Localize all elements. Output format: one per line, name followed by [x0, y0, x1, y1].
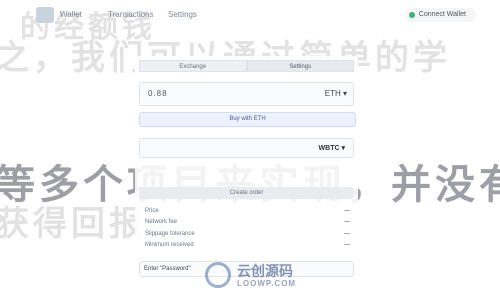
amount-field[interactable]: 0.88 ETH ▾: [139, 82, 354, 106]
detail-row: Slippage tolerance —: [145, 231, 350, 241]
detail-label: Minimum received: [145, 242, 194, 248]
detail-label: Price: [145, 208, 159, 214]
token-selector[interactable]: ETH ▾: [325, 89, 347, 98]
detail-row: Network fee —: [145, 219, 350, 229]
detail-label: Slippage tolerance: [145, 231, 195, 237]
watermark: 云创源码 LOOWP.COM: [205, 258, 315, 294]
watermark-subtitle: LOOWP.COM: [237, 279, 297, 288]
status-dot-icon: [408, 12, 415, 18]
detail-value: —: [344, 219, 350, 225]
detail-value: —: [344, 242, 350, 248]
detail-label: Network fee: [145, 219, 178, 225]
detail-value: —: [344, 231, 350, 237]
buy-button[interactable]: Buy with ETH: [139, 112, 356, 127]
chevron-down-icon: ▾: [342, 89, 347, 98]
tab-bar: Exchange Settings: [139, 60, 354, 72]
token-symbol: ETH: [324, 89, 341, 98]
tab-exchange[interactable]: Exchange: [139, 60, 247, 72]
tab-settings[interactable]: Settings: [246, 60, 354, 72]
detail-row: Minimum received —: [145, 242, 350, 252]
watermark-logo-icon: [205, 262, 231, 288]
background-text-4: 获得回报: [0, 204, 147, 244]
detail-value: —: [344, 208, 350, 214]
detail-row: Price —: [145, 208, 350, 218]
amount-value: 0.88: [148, 89, 168, 98]
watermark-title: 云创源码: [237, 263, 293, 279]
password-placeholder: Enter "Password": [144, 266, 191, 272]
chevron-down-icon: ▾: [341, 145, 345, 152]
receive-field[interactable]: WBTC ▾: [139, 138, 354, 158]
connect-wallet-label: Connect Wallet: [418, 11, 466, 18]
app-logo: [36, 7, 54, 23]
nav-link-transactions[interactable]: Transactions: [108, 10, 154, 19]
receive-token-symbol: WBTC: [318, 145, 340, 152]
nav-link-wallet[interactable]: Wallet: [60, 10, 82, 19]
nav-link-settings[interactable]: Settings: [168, 10, 197, 19]
top-navigation: Wallet Transactions Settings Connect Wal…: [0, 0, 500, 30]
create-order-button[interactable]: Create order: [139, 187, 354, 199]
connect-wallet-button[interactable]: Connect Wallet: [404, 8, 476, 22]
receive-token-selector[interactable]: WBTC ▾: [319, 144, 345, 152]
